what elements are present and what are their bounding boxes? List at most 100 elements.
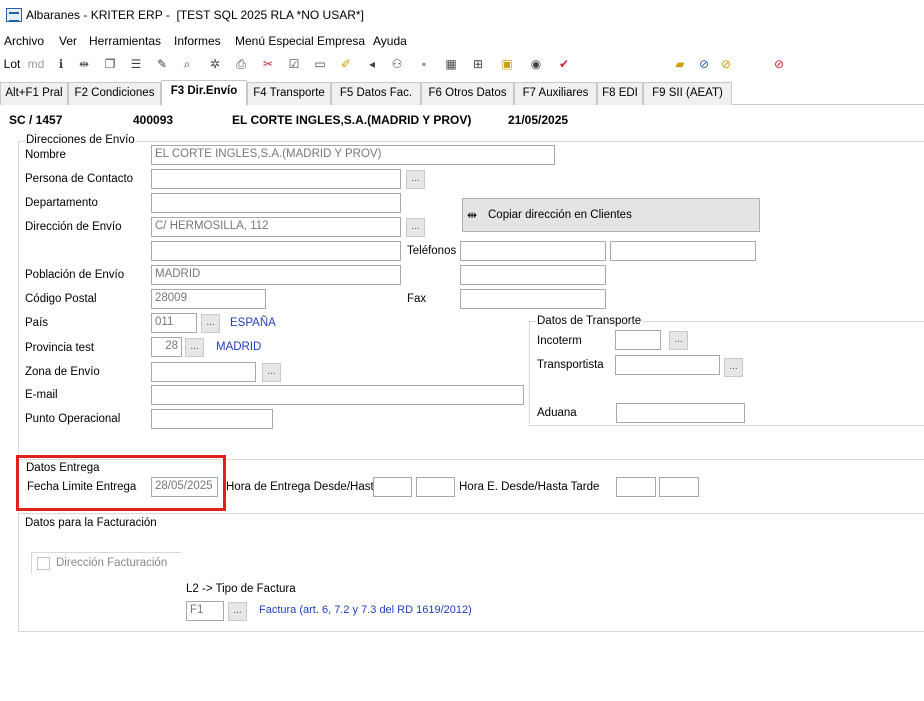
clip-red-icon[interactable]: ⊘	[771, 56, 787, 72]
doc-date: 21/05/2025	[508, 113, 569, 127]
email-label: E-mail	[25, 389, 58, 401]
telefono3-field[interactable]	[460, 265, 606, 285]
email-field[interactable]	[151, 385, 524, 405]
contacto-label: Persona de Contacto	[25, 173, 134, 185]
hora-tarde-hasta-field[interactable]	[659, 477, 699, 497]
nombre-label: Nombre	[25, 149, 66, 161]
md-button[interactable]: md	[27, 56, 45, 72]
tree-icon[interactable]: ⚇	[389, 56, 405, 72]
transportista-label: Transportista	[537, 359, 604, 371]
billing-section-title: Datos para la Facturación	[25, 517, 157, 529]
poblacion-field[interactable]: MADRID	[151, 265, 401, 285]
direccion2-field[interactable]	[151, 241, 401, 261]
poblacion-label: Población de Envío	[25, 269, 125, 281]
tab-auxiliares[interactable]: F7 Auxiliares	[514, 82, 597, 105]
hora-tarde-label: Hora E. Desde/Hasta Tarde	[459, 481, 600, 493]
tab-principal[interactable]: Alt+F1 Pral	[0, 82, 68, 105]
copy-icon[interactable]: ❐	[102, 56, 118, 72]
aduana-field[interactable]	[616, 403, 745, 423]
more-icon[interactable]: ▪	[416, 56, 432, 72]
pais-code-field[interactable]: 011	[151, 313, 197, 333]
contacto-lookup-button[interactable]: ...	[406, 170, 425, 189]
tag-icon[interactable]: ✔	[556, 56, 572, 72]
lot-button[interactable]: Lot	[3, 56, 21, 72]
punto-field[interactable]	[151, 409, 273, 429]
zona-field[interactable]	[151, 362, 256, 382]
tools-icon[interactable]: ✂	[260, 56, 276, 72]
transport-section-title: Datos de Transporte	[536, 315, 643, 327]
calc-icon[interactable]: ▣	[499, 56, 515, 72]
menu-ver[interactable]: Ver	[59, 34, 77, 48]
menu-archivo[interactable]: Archivo	[4, 34, 44, 48]
hora-tarde-desde-field[interactable]	[616, 477, 656, 497]
hora-desde-field[interactable]	[373, 477, 412, 497]
nombre-field[interactable]: EL CORTE INGLES,S.A.(MADRID Y PROV)	[151, 145, 555, 165]
doc-number: SC / 1457	[9, 113, 63, 127]
zona-label: Zona de Envío	[25, 366, 100, 378]
tab-dir-envio[interactable]: F3 Dir.Envío	[161, 80, 247, 106]
shipping-section-title: Direcciones de Envío	[25, 134, 136, 146]
window-icon[interactable]: ▭	[312, 56, 328, 72]
provincia-lookup-button[interactable]: ...	[185, 338, 204, 357]
direccion-field[interactable]: C/ HERMOSILLA, 112	[151, 217, 401, 237]
tab-datos-fac[interactable]: F5 Datos Fac.	[331, 82, 421, 105]
toolbar: Lot md ℹ ⇹ ❐ ☰ ✎ ⌕ ✲ ⎙ ✂ ☑ ▭ ✐ ◂ ⚇ ▪ ▦ ⊞…	[0, 52, 924, 78]
list-icon[interactable]: ☰	[128, 56, 144, 72]
tab-otros-datos[interactable]: F6 Otros Datos	[421, 82, 514, 105]
telefonos-label: Teléfonos	[407, 245, 457, 257]
menu-especial-empresa[interactable]: Menú Especial Empresa	[235, 34, 365, 48]
hierarchy-icon[interactable]: ⊞	[470, 56, 486, 72]
print-icon[interactable]: ⎙	[233, 56, 249, 72]
highlight-icon[interactable]: ✐	[338, 56, 354, 72]
incoterm-field[interactable]	[615, 330, 661, 350]
clip-blue-icon[interactable]: ⊘	[696, 56, 712, 72]
grid-icon[interactable]: ▦	[443, 56, 459, 72]
copy-address-button[interactable]: ⇹ Copiar dirección en Clientes	[462, 198, 760, 232]
window-title: Albaranes - KRITER ERP - [TEST SQL 2025 …	[26, 8, 364, 22]
tab-sii[interactable]: F9 SII (AEAT)	[643, 82, 732, 105]
departamento-field[interactable]	[151, 193, 401, 213]
contacto-field[interactable]	[151, 169, 401, 189]
tipo-factura-field[interactable]: F1	[186, 601, 224, 621]
edit-icon[interactable]: ✎	[154, 56, 170, 72]
copy-address-icon: ⇹	[467, 208, 478, 222]
menu-informes[interactable]: Informes	[174, 34, 221, 48]
tab-edi[interactable]: F8 EDI	[597, 82, 643, 105]
client-code: 400093	[133, 113, 174, 127]
incoterm-label: Incoterm	[537, 335, 582, 347]
hora-entrega-label: Hora de Entrega Desde/Hasta	[226, 481, 381, 493]
transportista-lookup-button[interactable]: ...	[724, 358, 743, 377]
copy-address-label: Copiar dirección en Clientes	[488, 209, 632, 221]
telefono1-field[interactable]	[460, 241, 606, 261]
clip-yellow-icon[interactable]: ⊘	[718, 56, 734, 72]
transportista-field[interactable]	[615, 355, 720, 375]
preview-icon[interactable]: ⌕	[179, 56, 195, 72]
back-icon[interactable]: ◂	[364, 56, 380, 72]
hora-hasta-field[interactable]	[416, 477, 455, 497]
tab-condiciones[interactable]: F2 Condiciones	[68, 82, 161, 105]
direccion-facturacion-checkbox[interactable]	[37, 557, 50, 570]
tab-transporte[interactable]: F4 Transporte	[247, 82, 331, 105]
crosshair-icon[interactable]: ✲	[207, 56, 223, 72]
menu-ayuda[interactable]: Ayuda	[373, 34, 407, 48]
link-icon[interactable]: ⇹	[76, 56, 92, 72]
incoterm-lookup-button[interactable]: ...	[669, 331, 688, 350]
pais-label: País	[25, 317, 49, 329]
checklist-icon[interactable]: ☑	[286, 56, 302, 72]
tipo-factura-lookup-button[interactable]: ...	[228, 602, 247, 621]
menu-bar: Archivo Ver Herramientas Informes Menú E…	[0, 32, 924, 50]
menu-herramientas[interactable]: Herramientas	[89, 34, 161, 48]
eye-icon[interactable]: ◉	[528, 56, 544, 72]
telefono2-field[interactable]	[610, 241, 756, 261]
fax-field[interactable]	[460, 289, 606, 309]
direccion-lookup-button[interactable]: ...	[406, 218, 425, 237]
info-icon[interactable]: ℹ	[53, 56, 69, 72]
provincia-label: Provincia test	[25, 342, 95, 354]
zona-lookup-button[interactable]: ...	[262, 363, 281, 382]
cp-field[interactable]: 28009	[151, 289, 266, 309]
pais-lookup-button[interactable]: ...	[201, 314, 220, 333]
cp-label: Código Postal	[25, 293, 97, 305]
tipo-factura-label: L2 -> Tipo de Factura	[186, 583, 296, 595]
provincia-code-field[interactable]: 28	[151, 337, 182, 357]
folder-icon[interactable]: ▰	[672, 56, 688, 72]
